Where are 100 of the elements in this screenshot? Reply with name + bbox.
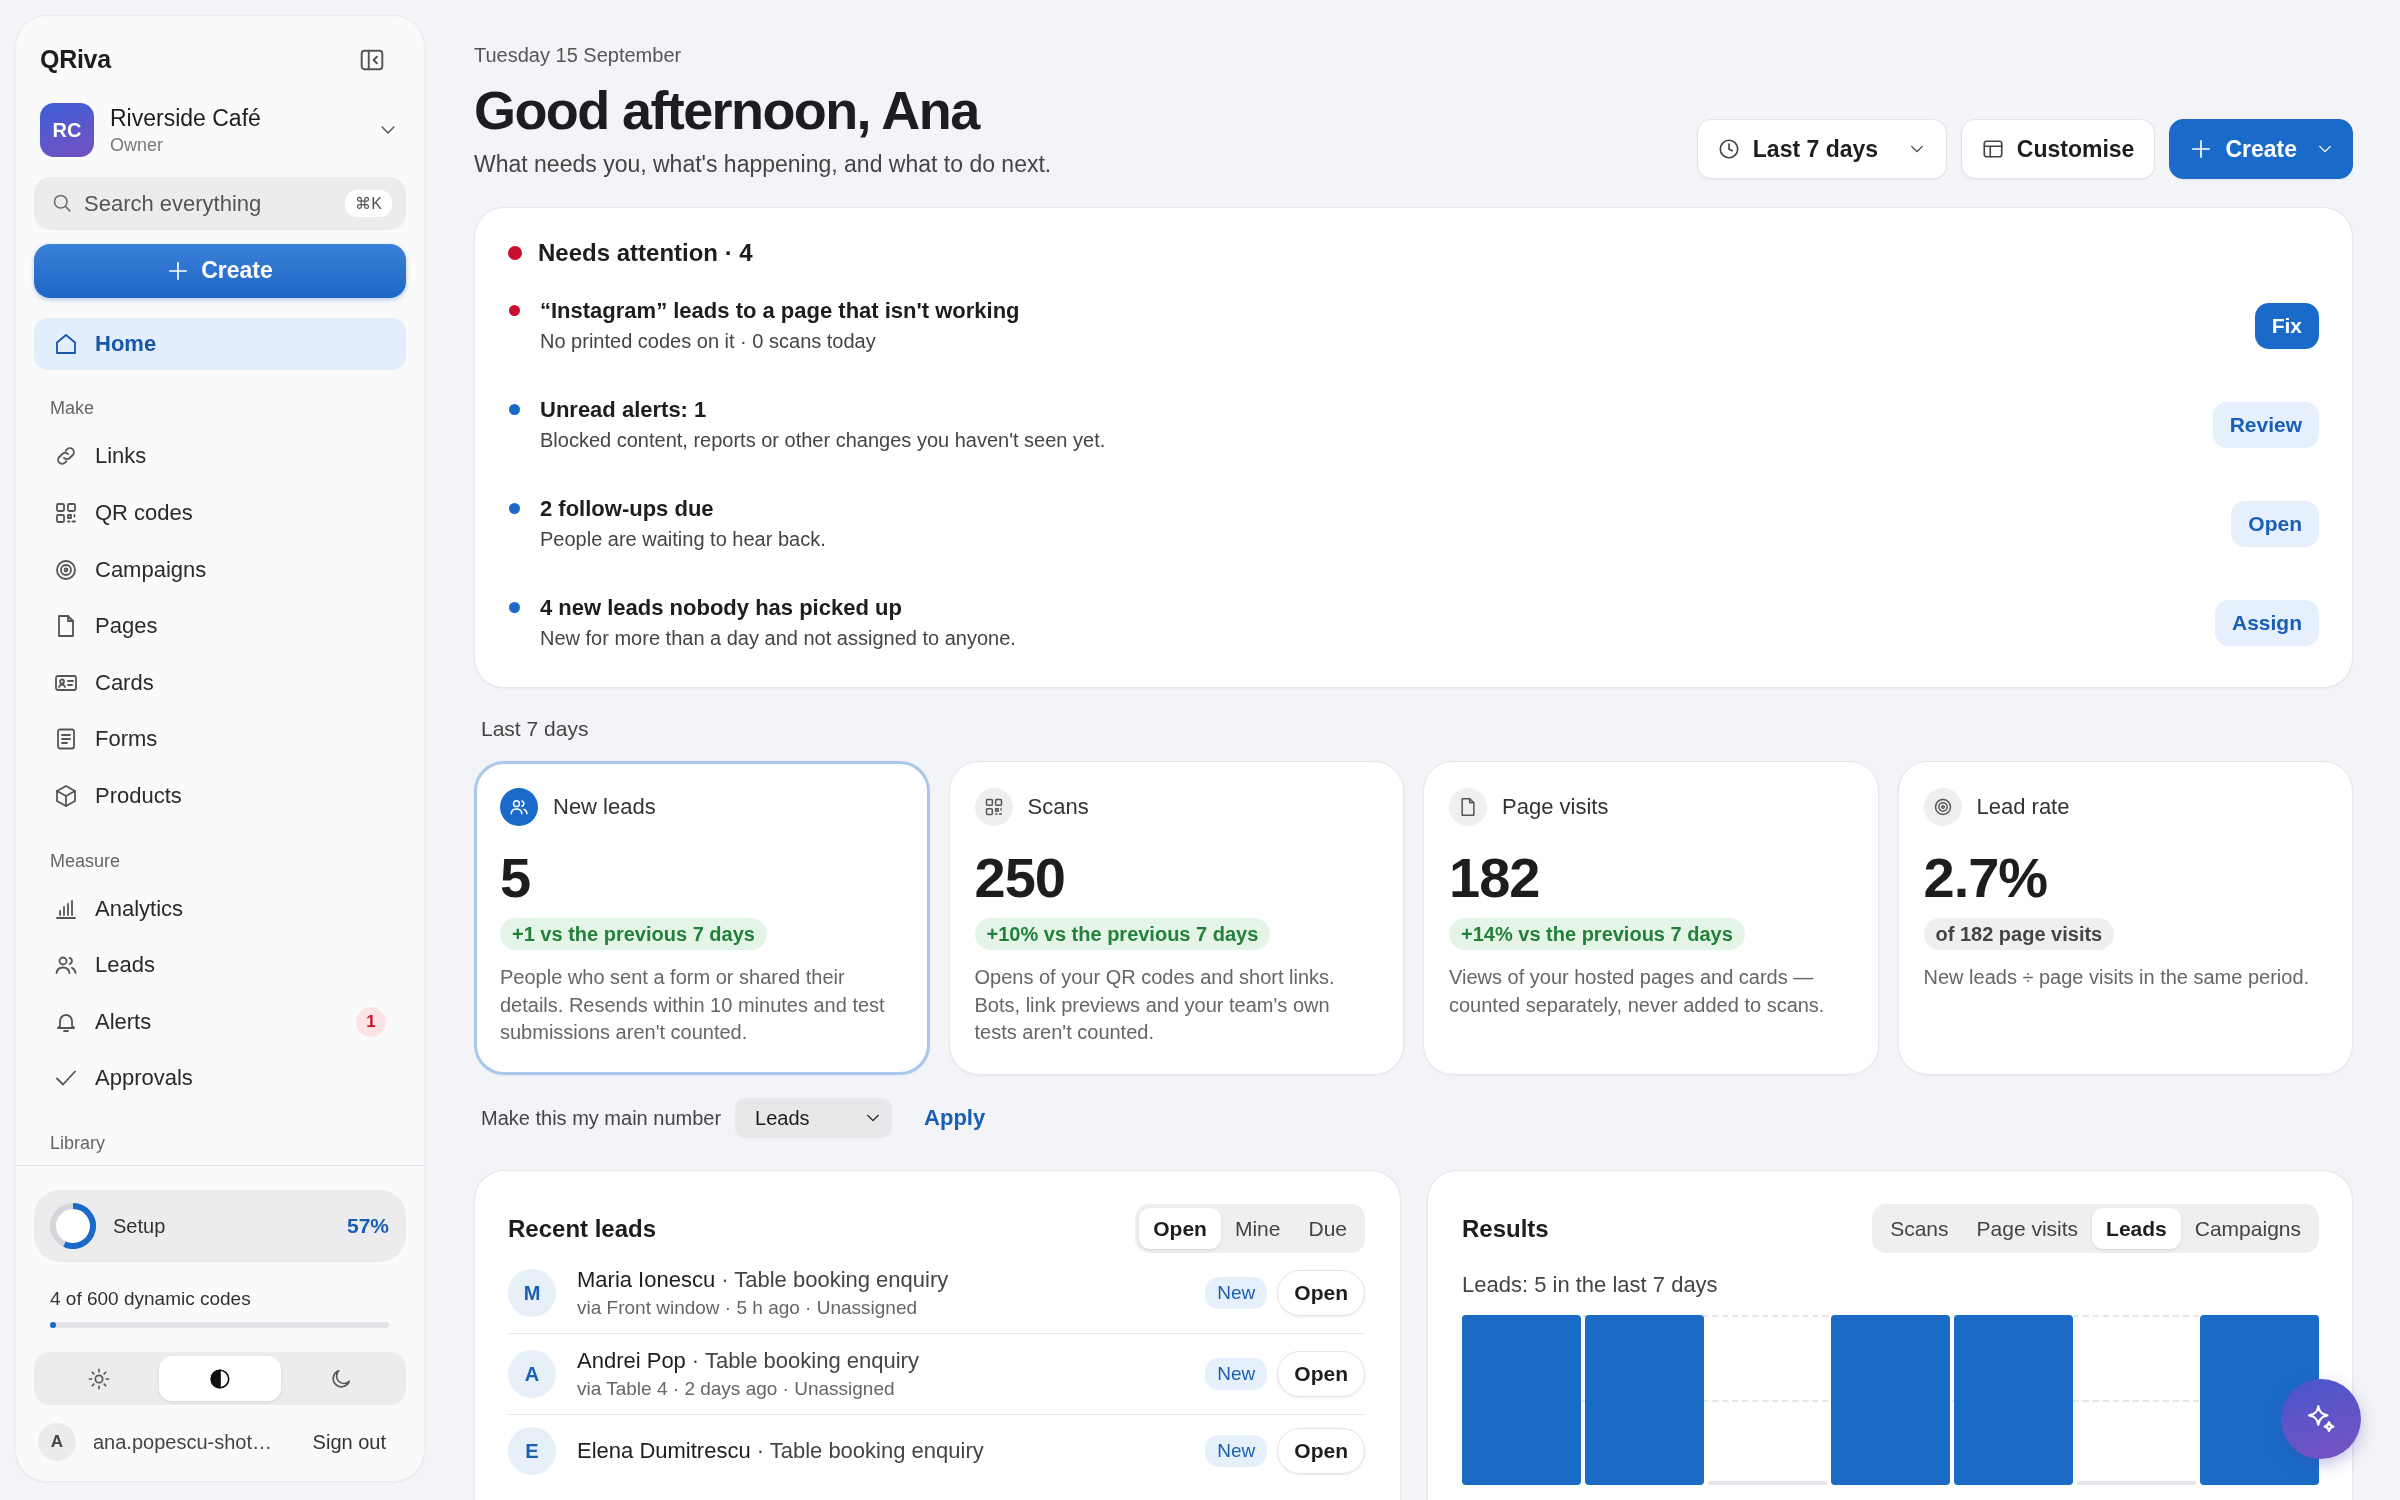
metric-tab[interactable]: Page visits <box>1962 1208 2093 1249</box>
lead-name[interactable]: Andrei Pop <box>577 1346 686 1376</box>
nav-item[interactable]: Home <box>34 317 406 370</box>
open-button[interactable]: Open <box>1277 1270 1365 1316</box>
metric-tab[interactable]: Leads <box>2092 1208 2181 1249</box>
nav-item[interactable]: QR codes <box>34 487 406 540</box>
setup-label: Setup <box>113 1214 166 1238</box>
stat-card[interactable]: Scans 250 +10% vs the previous 7 days Opens of your QR codes and short links. Bots, link previews and your team's own tests aren't counted. <box>948 761 1404 1075</box>
filter-tab[interactable]: Due <box>1294 1208 1361 1249</box>
filter-tab[interactable]: Mine <box>1220 1208 1295 1249</box>
nav-item[interactable]: Analytics <box>34 882 406 935</box>
brand-name: QRiva <box>40 45 111 74</box>
sparkle-icon <box>2305 1403 2337 1435</box>
nav-item[interactable]: Approvals <box>34 1052 406 1105</box>
shortcut-hint: ⌘K <box>345 190 392 217</box>
stat-description: Opens of your QR codes and short links. Bots, link previews and your team's own tests aren't counted. <box>974 965 1336 1045</box>
lead-subject: · Table booking enquiry <box>756 1437 984 1465</box>
lead-meta: via Table 4 · 2 days ago · Unassigned <box>577 1377 895 1401</box>
nav-item[interactable]: Leads <box>34 939 406 992</box>
status-badge: New <box>1205 1435 1268 1467</box>
attention-item-title: 4 new leads nobody has picked up <box>540 594 902 622</box>
action-button[interactable]: Open <box>2231 501 2319 547</box>
stat-label: Lead rate <box>1976 794 2070 820</box>
search-icon <box>52 193 72 213</box>
page-subtitle: What needs you, what's happening, and what to do next. <box>474 150 1052 179</box>
section-label: Make <box>49 397 94 421</box>
nav-item[interactable]: Products <box>34 770 406 823</box>
chart-caption: Leads: 5 in the last 7 days <box>1462 1271 1719 1299</box>
plus-icon <box>167 259 190 282</box>
stat-card[interactable]: Lead rate 2.7% of 182 page visits New leads ÷ page visits in the same period. <box>1897 761 2353 1075</box>
setup-progress-card[interactable]: Setup 57% <box>34 1190 406 1262</box>
stat-label: Page visits <box>1502 794 1609 820</box>
attention-item-title: Unread alerts: 1 <box>540 396 707 424</box>
date-label: Tuesday 15 September <box>474 43 682 68</box>
nav-item[interactable]: Links <box>34 430 406 483</box>
stat-description: Views of your hosted pages and cards — counted separately, never added to scans. <box>1449 965 1826 1018</box>
theme-button[interactable] <box>159 1356 281 1401</box>
create-button[interactable]: Create <box>34 244 406 298</box>
open-button[interactable]: Open <box>1277 1428 1365 1474</box>
form-icon <box>54 727 78 752</box>
workspace-role: Owner <box>110 133 163 157</box>
stat-description: New leads ÷ page visits in the same period. <box>1923 965 2310 990</box>
lead-avatar: E <box>508 1427 556 1475</box>
lead-avatar: M <box>508 1269 556 1317</box>
stat-card[interactable]: New leads 5 +1 vs the previous 7 days People who sent a form or shared their details. Resends within 10 minutes and test submissions aren't counted. <box>474 761 930 1075</box>
header-button[interactable]: Customise <box>1960 119 2156 179</box>
action-button[interactable]: Review <box>2212 402 2319 448</box>
document-icon <box>1449 788 1487 826</box>
status-badge: New <box>1205 1277 1268 1309</box>
nav-item[interactable]: Campaigns <box>34 543 406 596</box>
apply-link[interactable]: Apply <box>924 1105 986 1131</box>
stat-card[interactable]: Page visits 182 +14% vs the previous 7 days Views of your hosted pages and cards — counted separately, never added to scans. <box>1423 761 1879 1075</box>
qr-code-icon <box>54 501 78 526</box>
lead-avatar: A <box>508 1350 556 1398</box>
sign-out-link[interactable]: Sign out <box>312 1430 386 1454</box>
home-icon <box>54 331 78 356</box>
stat-label: Scans <box>1027 794 1089 820</box>
target-icon <box>54 557 78 582</box>
count-badge: 1 <box>356 1006 386 1037</box>
nav-item[interactable]: Pages <box>34 600 406 653</box>
status-badge: New <box>1205 1358 1268 1390</box>
change-badge: +10% vs the previous 7 days <box>974 918 1271 950</box>
nav-item[interactable]: Forms <box>34 713 406 766</box>
nav-item[interactable]: Alerts 1 <box>34 995 406 1048</box>
cube-icon <box>54 784 78 809</box>
attention-item-detail: No printed codes on it · 0 scans today <box>540 329 876 354</box>
workspace-name: Riverside Café <box>110 103 261 133</box>
layout-icon <box>1981 138 2004 160</box>
action-button[interactable]: Assign <box>2215 600 2319 646</box>
filter-tab[interactable]: Open <box>1139 1208 1221 1249</box>
lead-name[interactable]: Elena Dumitrescu <box>577 1436 751 1466</box>
lead-subject: · Table booking enquiry <box>691 1347 919 1375</box>
stat-description: People who sent a form or shared their details. Resends within 10 minutes and test submissions aren't counted. <box>500 965 886 1045</box>
lead-meta: via Front window · 5 h ago · Unassigned <box>577 1296 918 1320</box>
header-button[interactable]: Create <box>2169 119 2353 179</box>
user-email: ana.popescu-shot… <box>93 1430 273 1454</box>
open-button[interactable]: Open <box>1277 1351 1365 1397</box>
main-number-label: Make this my main number <box>481 1106 722 1130</box>
change-badge: of 182 page visits <box>1923 918 2115 950</box>
qr-code-icon <box>974 788 1013 826</box>
change-badge: +1 vs the previous 7 days <box>500 918 767 950</box>
header-button[interactable]: Last 7 days <box>1696 119 1947 179</box>
stat-value: 5 <box>500 846 531 910</box>
lead-name[interactable]: Maria Ionescu <box>577 1265 716 1295</box>
metric-tab[interactable]: Campaigns <box>2180 1208 2315 1249</box>
stat-value: 2.7% <box>1923 846 2048 910</box>
greeting-heading: Good afternoon, Ana <box>474 79 979 141</box>
period-label: Last 7 days <box>480 716 589 742</box>
lead-subject: · Table booking enquiry <box>721 1266 949 1294</box>
metric-tab[interactable]: Scans <box>1876 1208 1963 1249</box>
nav-item[interactable]: Cards <box>34 656 406 709</box>
attention-item-title: 2 follow-ups due <box>540 495 714 523</box>
attention-item-detail: Blocked content, reports or other changes you haven't seen yet. <box>540 428 1106 453</box>
card-title: Results <box>1462 1214 1549 1243</box>
stat-value: 250 <box>974 846 1065 910</box>
main-number-select[interactable]: Leads <box>735 1098 893 1138</box>
usage-label: 4 of 600 dynamic codes <box>49 1287 251 1311</box>
section-label: Measure <box>49 849 121 873</box>
people-icon <box>500 788 538 826</box>
action-button[interactable]: Fix <box>2254 303 2319 349</box>
